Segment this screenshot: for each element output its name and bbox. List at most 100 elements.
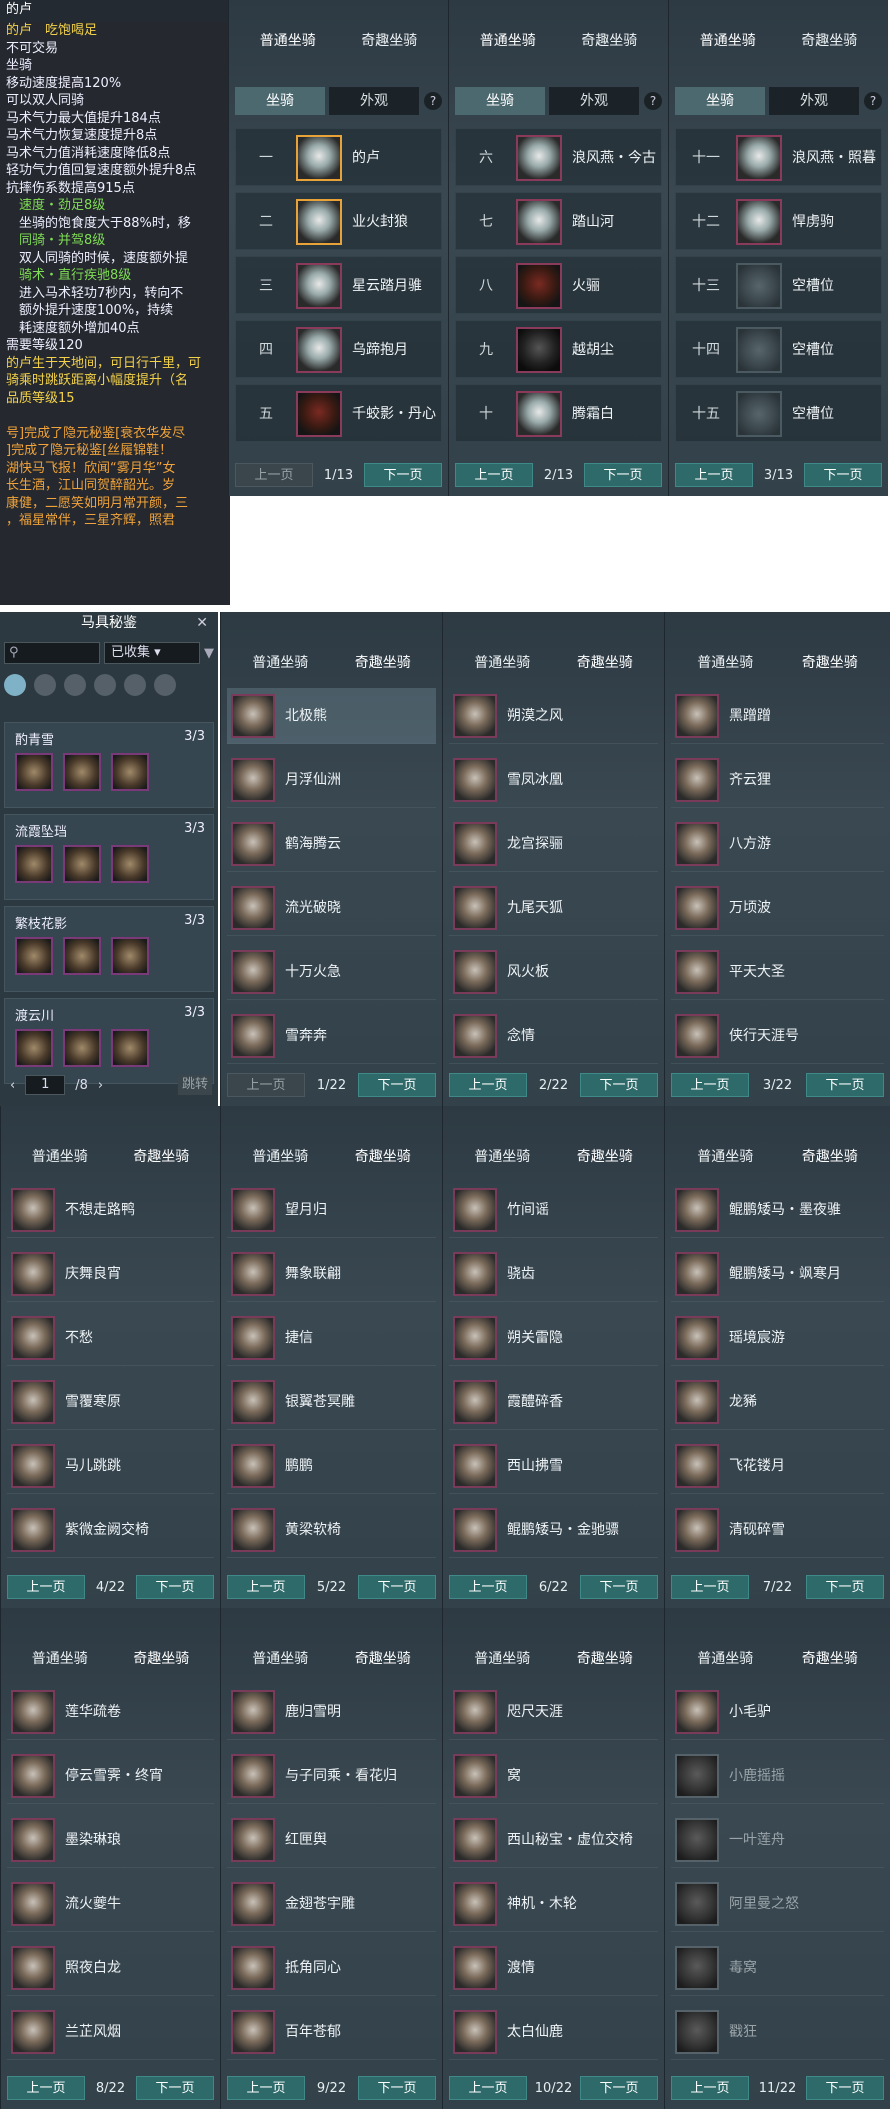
next-page-button[interactable]: 下一页 — [803, 463, 882, 487]
help-icon[interactable]: ? — [424, 92, 442, 110]
help-icon[interactable]: ? — [644, 92, 662, 110]
gear-item-icon[interactable] — [111, 1029, 149, 1067]
fun-mount-row[interactable]: 神机・木轮 — [449, 1876, 658, 1932]
mount-slot[interactable]: 三 星云踏月骓 — [235, 256, 442, 314]
prev-page-button[interactable]: 上一页 — [671, 1073, 749, 1097]
gear-item-icon[interactable] — [111, 937, 149, 975]
fun-mount-row[interactable]: 流光破晓 — [227, 880, 436, 936]
prev-page-button[interactable]: 上一页 — [227, 1575, 305, 1599]
mount-slot[interactable]: 十四 空槽位 — [675, 320, 882, 378]
prev-page-button[interactable]: 上一页 — [7, 1575, 85, 1599]
fun-mount-row[interactable]: 太白仙鹿 — [449, 2004, 658, 2060]
fun-mount-row[interactable]: 清砚碎雪 — [671, 1502, 884, 1558]
tab-normal-mounts[interactable]: 普通坐骑 — [697, 652, 753, 672]
fun-mount-row[interactable]: 侠行天涯号 — [671, 1008, 884, 1064]
mount-slot[interactable]: 一 的卢 — [235, 128, 442, 186]
collected-filter-select[interactable]: 已收集 ▾ — [104, 642, 200, 664]
tab-appearance[interactable]: 外观 — [769, 87, 859, 115]
fun-mount-row[interactable]: 一叶莲舟 — [671, 1812, 884, 1868]
mount-slot[interactable]: 十五 空槽位 — [675, 384, 882, 442]
gear-item-icon[interactable] — [63, 937, 101, 975]
fun-mount-row[interactable]: 雪覆寒原 — [7, 1374, 214, 1430]
tab-normal-mounts[interactable]: 普通坐骑 — [32, 1146, 88, 1166]
fun-mount-row[interactable]: 平天大圣 — [671, 944, 884, 1000]
fun-mount-row[interactable]: 月浮仙洲 — [227, 752, 436, 808]
tab-normal-mounts[interactable]: 普通坐骑 — [474, 1146, 530, 1166]
gear-item-icon[interactable] — [63, 845, 101, 883]
collection-group[interactable]: 渡云川 3/3 — [4, 998, 214, 1084]
next-page-button[interactable]: 下一页 — [357, 1073, 436, 1097]
mount-slot[interactable]: 七 踏山河 — [455, 192, 662, 250]
fun-mount-row[interactable]: 小鹿摇摇 — [671, 1748, 884, 1804]
fun-mount-row[interactable]: 紫微金阙交椅 — [7, 1502, 214, 1558]
fun-mount-row[interactable]: 马儿跳跳 — [7, 1438, 214, 1494]
next-page-button[interactable]: 下一页 — [579, 1575, 658, 1599]
fun-mount-row[interactable]: 照夜白龙 — [7, 1940, 214, 1996]
collection-group[interactable]: 流霞坠珰 3/3 — [4, 814, 214, 900]
prev-page-button[interactable]: 上一页 — [455, 463, 533, 487]
tab-normal-mounts[interactable]: 普通坐骑 — [260, 30, 316, 50]
fun-mount-row[interactable]: 舞象联翩 — [227, 1246, 436, 1302]
collection-group[interactable]: 繁枝花影 3/3 — [4, 906, 214, 992]
mount-slot[interactable]: 二 业火封狼 — [235, 192, 442, 250]
gear-item-icon[interactable] — [15, 753, 53, 791]
fun-mount-row[interactable]: 小毛驴 — [671, 1684, 884, 1740]
fun-mount-row[interactable]: 齐云狸 — [671, 752, 884, 808]
fun-mount-row[interactable]: 鲲鹏矮马・金驰骠 — [449, 1502, 658, 1558]
tab-normal-mounts[interactable]: 普通坐骑 — [697, 1146, 753, 1166]
fun-mount-row[interactable]: 与子同乘・看花归 — [227, 1748, 436, 1804]
category-all-icon[interactable] — [4, 674, 26, 696]
tab-fun-mounts[interactable]: 奇趣坐骑 — [133, 1146, 189, 1166]
search-input[interactable]: ⚲ — [4, 642, 100, 664]
tab-normal-mounts[interactable]: 普通坐骑 — [700, 30, 756, 50]
fun-mount-row[interactable]: 戳狂 — [671, 2004, 884, 2060]
page-input[interactable]: 1 — [25, 1075, 66, 1095]
fun-mount-row[interactable]: 西山秘宝・虚位交椅 — [449, 1812, 658, 1868]
fun-mount-row[interactable]: 庆舞良宵 — [7, 1246, 214, 1302]
fun-mount-row[interactable]: 八方游 — [671, 816, 884, 872]
jump-button[interactable]: 跳转 — [178, 1075, 212, 1095]
fun-mount-row[interactable]: 鹏鹏 — [227, 1438, 436, 1494]
next-page-button[interactable]: 下一页 — [363, 463, 442, 487]
fun-mount-row[interactable]: 毒窝 — [671, 1940, 884, 1996]
tab-normal-mounts[interactable]: 普通坐骑 — [252, 1648, 308, 1668]
tab-fun-mounts[interactable]: 奇趣坐骑 — [801, 30, 857, 50]
fun-mount-row[interactable]: 阿里曼之怒 — [671, 1876, 884, 1932]
fun-mount-row[interactable]: 鲲鹏矮马・飒寒月 — [671, 1246, 884, 1302]
gear-item-icon[interactable] — [63, 753, 101, 791]
fun-mount-row[interactable]: 霞醴碎香 — [449, 1374, 658, 1430]
tab-mount[interactable]: 坐骑 — [455, 87, 545, 115]
fun-mount-row[interactable]: 莲华疏卷 — [7, 1684, 214, 1740]
next-page-icon[interactable]: › — [98, 1078, 103, 1093]
fun-mount-row[interactable]: 十万火急 — [227, 944, 436, 1000]
mount-slot[interactable]: 六 浪风燕・今古 — [455, 128, 662, 186]
prev-page-button[interactable]: 上一页 — [671, 2076, 749, 2100]
fun-mount-row[interactable]: 红匣舆 — [227, 1812, 436, 1868]
fun-mount-row[interactable]: 竹间谣 — [449, 1182, 658, 1238]
tab-appearance[interactable]: 外观 — [549, 87, 639, 115]
prev-page-button[interactable]: 上一页 — [449, 2076, 527, 2100]
fun-mount-row[interactable]: 鹿归雪明 — [227, 1684, 436, 1740]
prev-page-button[interactable]: 上一页 — [227, 1073, 305, 1097]
fun-mount-row[interactable]: 雪凤冰凰 — [449, 752, 658, 808]
prev-page-button[interactable]: 上一页 — [671, 1575, 749, 1599]
fun-mount-row[interactable]: 鲲鹏矮马・墨夜骓 — [671, 1182, 884, 1238]
fun-mount-row[interactable]: 飞花镂月 — [671, 1438, 884, 1494]
fun-mount-row[interactable]: 龙宫探骊 — [449, 816, 658, 872]
fun-mount-row[interactable]: 百年苍郁 — [227, 2004, 436, 2060]
filter-icon[interactable]: ▼ — [204, 646, 214, 661]
fun-mount-row[interactable]: 望月归 — [227, 1182, 436, 1238]
tab-normal-mounts[interactable]: 普通坐骑 — [32, 1648, 88, 1668]
gear-item-icon[interactable] — [111, 753, 149, 791]
prev-page-button[interactable]: 上一页 — [449, 1073, 527, 1097]
tab-fun-mounts[interactable]: 奇趣坐骑 — [355, 652, 411, 672]
help-icon[interactable]: ? — [864, 92, 882, 110]
tab-normal-mounts[interactable]: 普通坐骑 — [252, 1146, 308, 1166]
prev-page-button[interactable]: 上一页 — [227, 2076, 305, 2100]
fun-mount-row[interactable]: 西山拂雪 — [449, 1438, 658, 1494]
collection-group[interactable]: 酌青雪 3/3 — [4, 722, 214, 808]
prev-page-button[interactable]: 上一页 — [675, 463, 753, 487]
prev-page-button[interactable]: 上一页 — [235, 463, 313, 487]
mount-slot[interactable]: 十 腾霜白 — [455, 384, 662, 442]
fun-mount-row[interactable]: 北极熊 — [227, 688, 436, 744]
